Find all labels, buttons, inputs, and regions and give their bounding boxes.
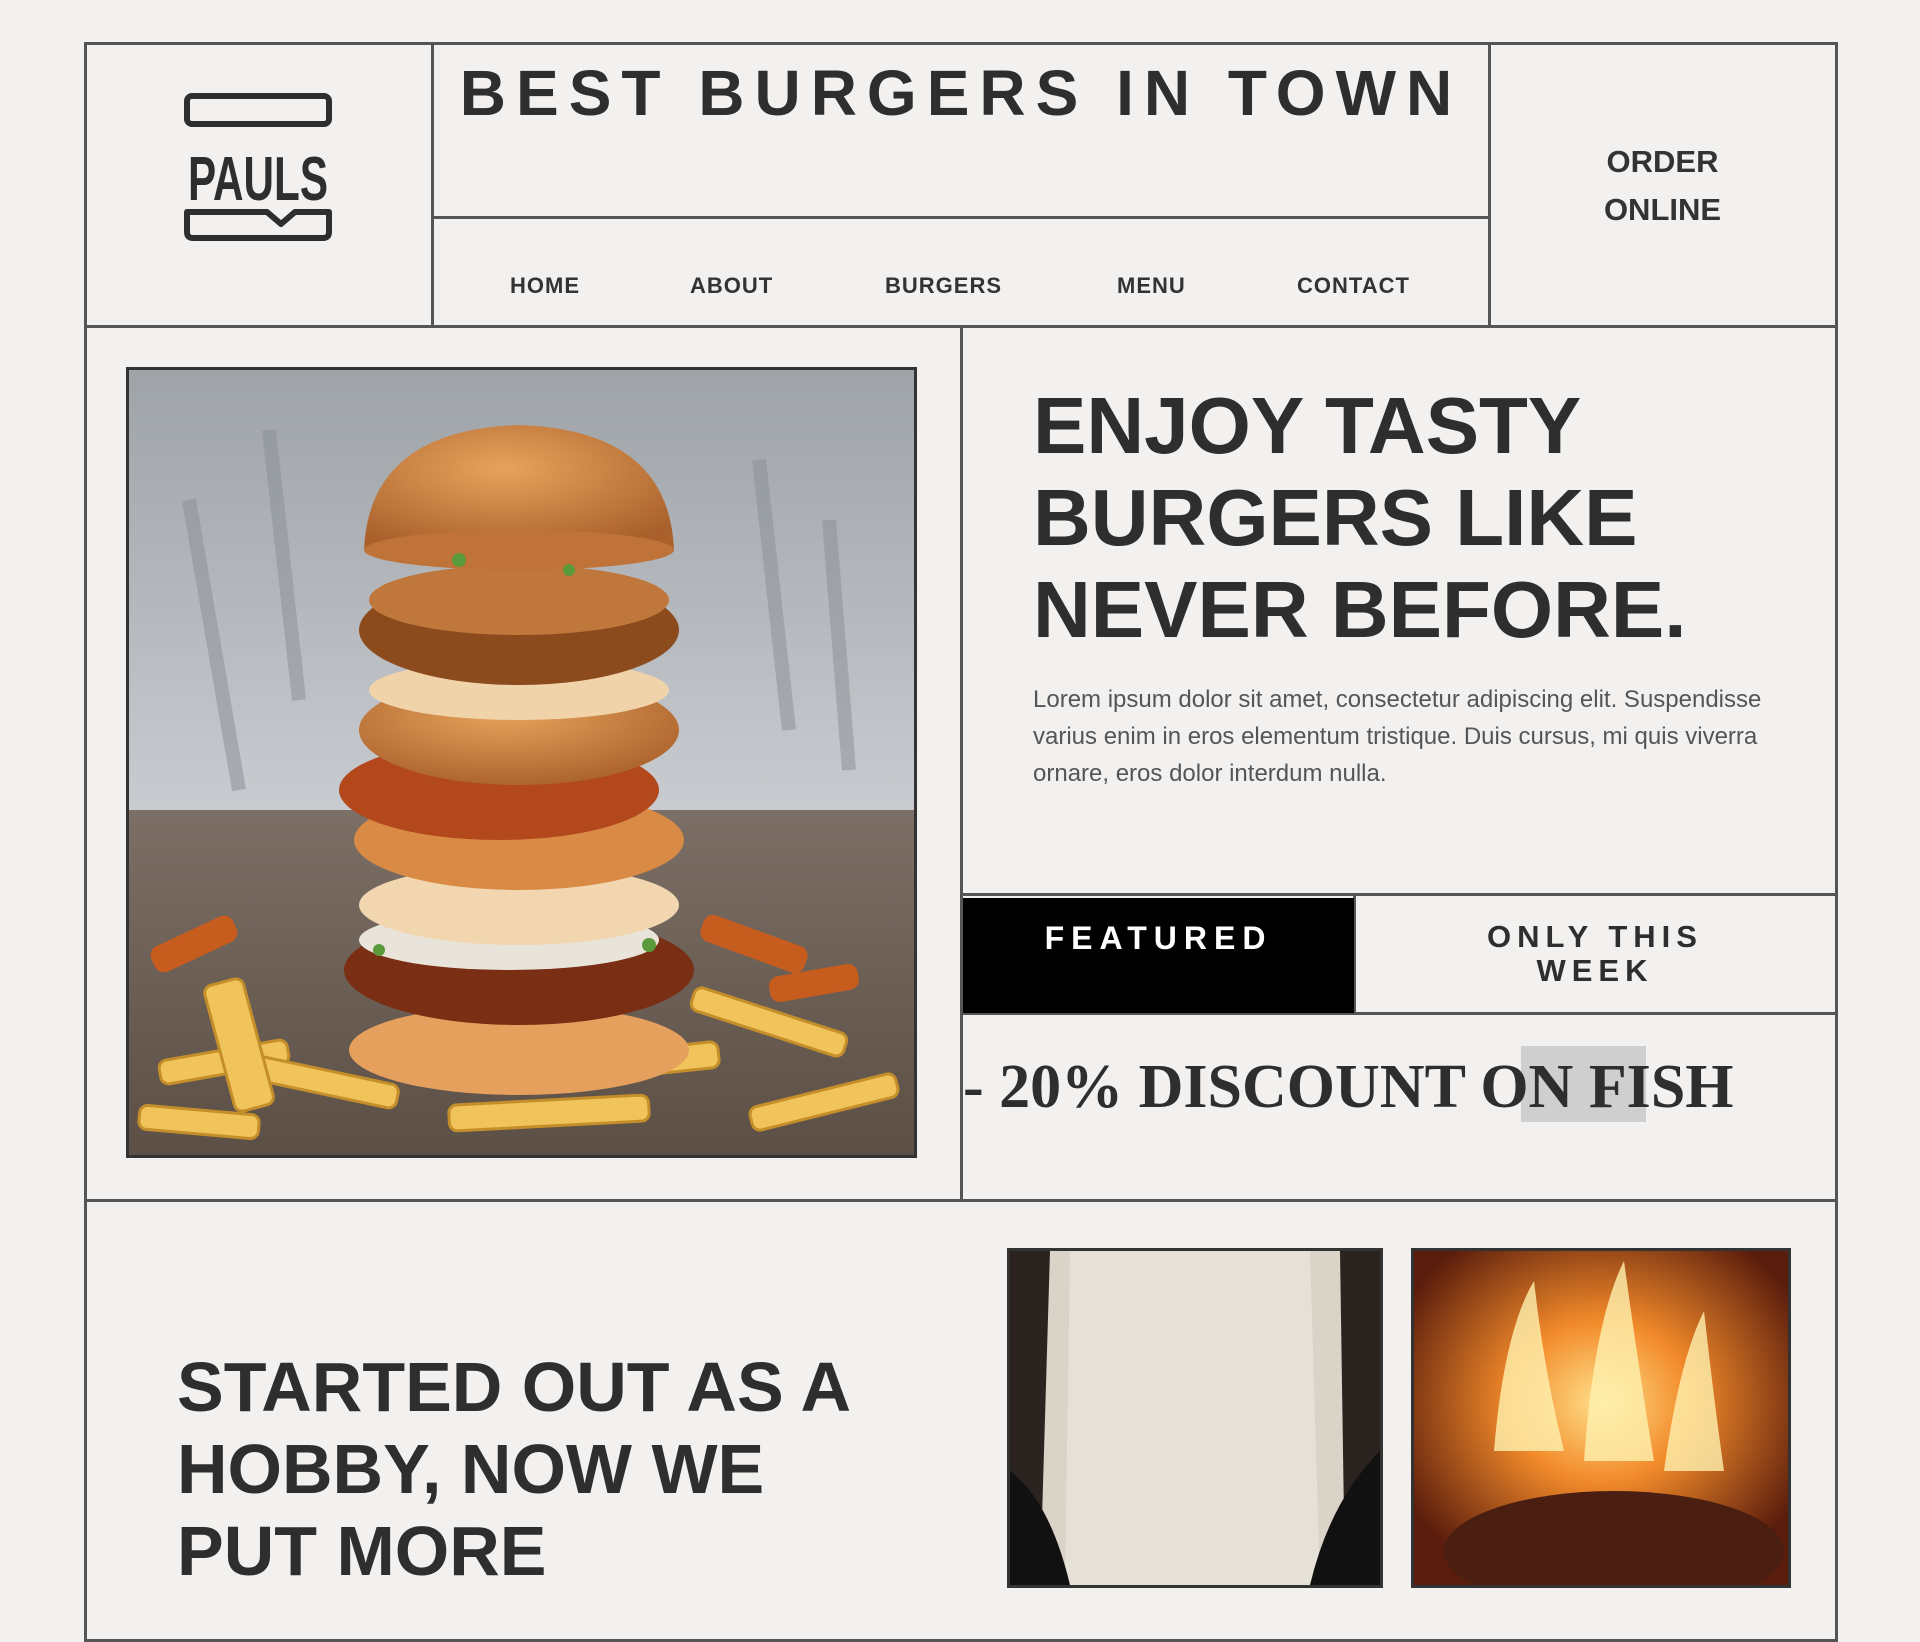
nav-home[interactable]: HOME — [510, 273, 580, 299]
nav-about[interactable]: ABOUT — [690, 273, 773, 299]
logo-text: PAULS — [188, 145, 328, 214]
order-divider — [1488, 42, 1491, 326]
fire-illustration — [1414, 1251, 1788, 1585]
nav-contact[interactable]: CONTACT — [1297, 273, 1410, 299]
logo-divider — [431, 42, 434, 326]
apron-illustration — [1010, 1251, 1380, 1585]
order-line-2: ONLINE — [1603, 192, 1722, 227]
grill-fire-photo — [1411, 1248, 1791, 1588]
promo-top-divider — [960, 893, 1838, 896]
nav-burgers[interactable]: BURGERS — [885, 273, 1002, 299]
hero-body-text: Lorem ipsum dolor sit amet, consectetur … — [1033, 686, 1762, 787]
featured-tab[interactable]: FEATURED — [963, 898, 1354, 1013]
only-line-1: ONLY THIS — [1487, 919, 1703, 954]
section-divider — [84, 1199, 1838, 1202]
apron-photo — [1007, 1248, 1383, 1588]
logo-mark: PAULS — [184, 93, 332, 241]
only-this-week-tab[interactable]: ONLY THIS WEEK — [1400, 920, 1790, 988]
story-headline: STARTED OUT AS A HOBBY, NOW WE PUT MORE — [177, 1348, 849, 1590]
hero-burger-image — [126, 367, 917, 1158]
title-divider — [433, 216, 1491, 219]
nav-menu[interactable]: MENU — [1117, 273, 1186, 299]
pauls-logo[interactable]: PAULS — [183, 92, 333, 242]
stacked-burger-illustration — [129, 370, 914, 1155]
order-online-link[interactable]: ORDER ONLINE — [1560, 138, 1765, 234]
site-title: BEST BURGERS IN TOWN — [459, 57, 1463, 129]
discount-text: - 20% DISCOUNT ON FISH — [963, 1053, 1734, 1121]
order-line-1: ORDER — [1606, 144, 1719, 179]
hero-headline: ENJOY TASTY BURGERS LIKE NEVER BEFORE. — [1033, 381, 1687, 654]
only-line-2: WEEK — [1536, 953, 1654, 988]
